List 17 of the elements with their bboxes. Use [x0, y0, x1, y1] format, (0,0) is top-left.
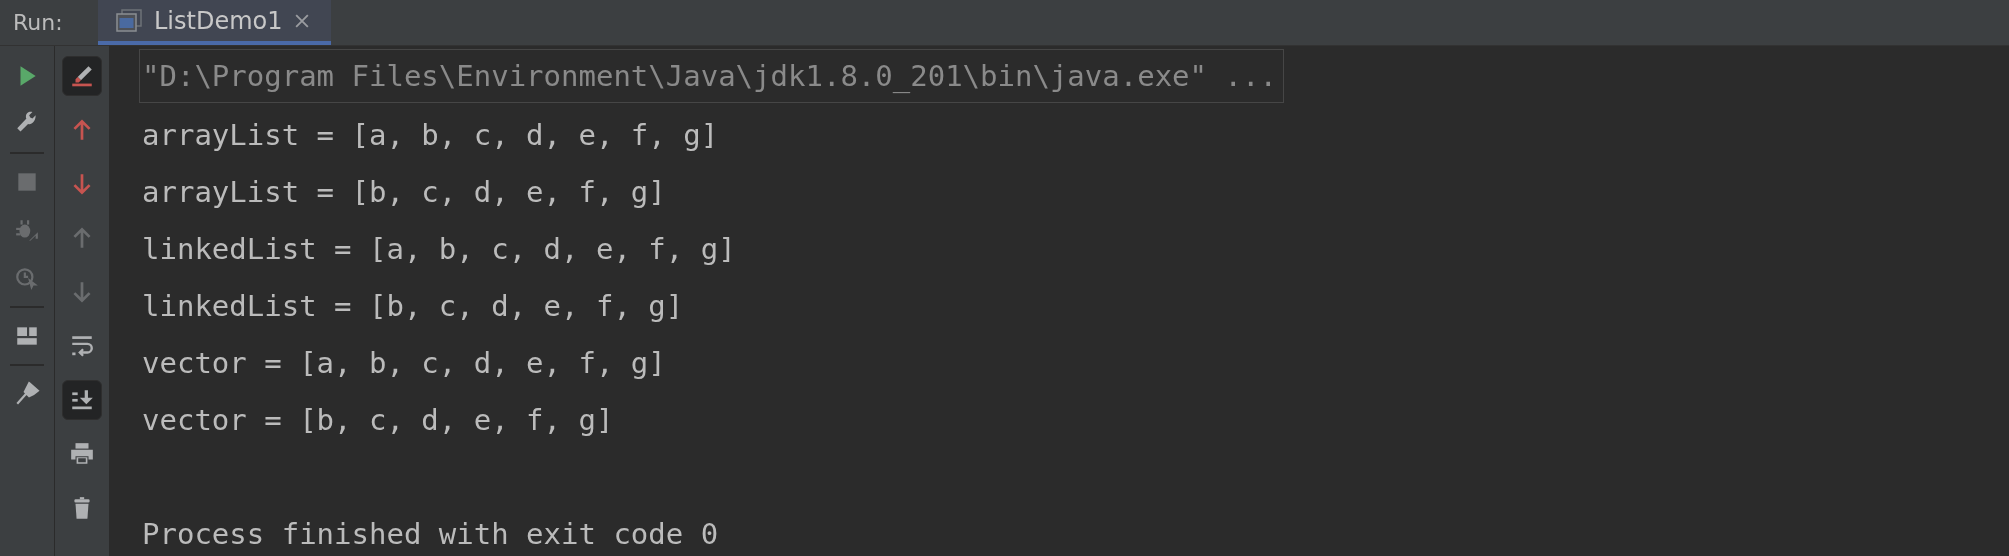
command-line: "D:\Program Files\Environment\Java\jdk1.8.0_201\bin\java.exe" ...	[142, 59, 1277, 93]
eraser-icon	[69, 63, 95, 89]
close-icon[interactable]	[294, 13, 309, 28]
toggle-button[interactable]	[62, 380, 102, 420]
printer-icon[interactable]	[69, 441, 95, 467]
window-icon	[116, 8, 142, 33]
panel-label: Run:	[12, 10, 64, 35]
run-tab[interactable]: ListDemo1	[98, 0, 331, 45]
console-output-line: linkedList = [b, c, d, e, f, g]	[142, 288, 684, 323]
console-output-line: vector = [b, c, d, e, f, g]	[142, 402, 614, 437]
console-output-line: arrayList = [a, b, c, d, e, f, g]	[142, 117, 719, 152]
toggle-button[interactable]	[62, 56, 102, 96]
console-output-line: linkedList = [a, b, c, d, e, f, g]	[142, 231, 736, 266]
console-output-line: arrayList = [b, c, d, e, f, g]	[142, 174, 666, 209]
console-output-line: Process finished with exit code 0	[142, 516, 719, 551]
console-output-line: vector = [a, b, c, d, e, f, g]	[142, 345, 666, 380]
soft-wrap-icon[interactable]	[69, 333, 95, 359]
